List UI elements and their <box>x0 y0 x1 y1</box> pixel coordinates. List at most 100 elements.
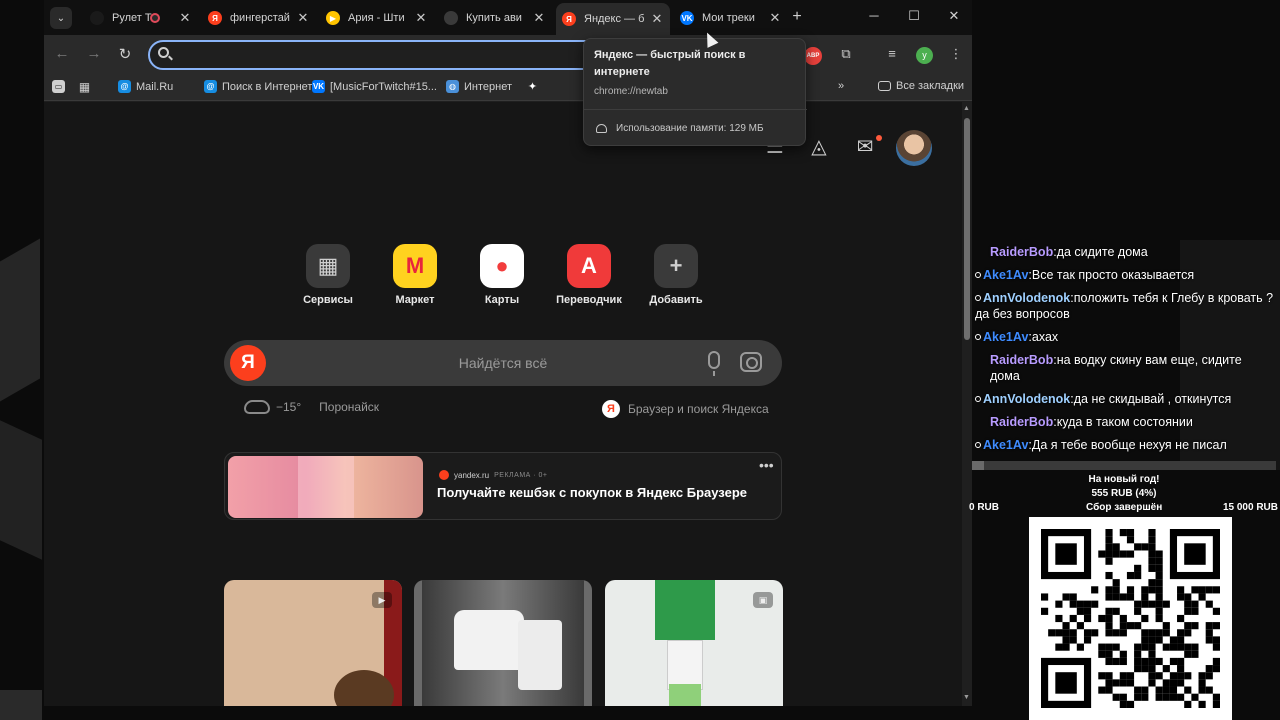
qr-module <box>1119 593 1127 601</box>
weather-widget[interactable]: −15° Поронайск <box>244 400 379 414</box>
reload-button[interactable]: ↻ <box>115 45 135 63</box>
forward-button[interactable]: → <box>84 45 104 62</box>
qr-module <box>1126 536 1135 544</box>
translate-icon: A <box>567 244 611 288</box>
qr-module <box>1177 672 1185 680</box>
maximize-button[interactable]: ☐ <box>904 8 924 24</box>
bookmark-apps-button[interactable]: ▭ <box>52 80 70 93</box>
tab[interactable]: Купить ави ✕ <box>438 5 552 31</box>
qr-module <box>1162 686 1170 694</box>
ad-banner[interactable]: yandex.ru РЕКЛАМА · 0+ Получайте кешбэк … <box>224 452 782 520</box>
microphone-icon[interactable] <box>708 351 720 376</box>
qr-module <box>1076 607 1084 615</box>
scroll-down-icon[interactable]: ▼ <box>963 694 970 701</box>
new-tab-button[interactable]: + <box>787 8 807 26</box>
qr-module <box>1062 629 1070 637</box>
close-tab-icon[interactable]: ✕ <box>768 10 782 26</box>
qr-module <box>1148 550 1156 558</box>
qr-module <box>1169 672 1178 680</box>
minimize-button[interactable]: ─ <box>864 8 884 23</box>
market-icon: М <box>393 244 437 288</box>
bookmark-item[interactable]: VK [MusicForTwitch#15... <box>312 80 437 93</box>
qr-module <box>1119 529 1127 537</box>
bookmark-item[interactable]: ✦ <box>526 80 544 93</box>
extensions-icon[interactable]: ⧉ <box>836 46 856 62</box>
bookmarks-overflow-button[interactable]: » <box>838 80 844 92</box>
close-tab-icon[interactable]: ✕ <box>296 10 310 26</box>
qr-module <box>1119 657 1127 666</box>
service-map-pin[interactable]: ● Карты <box>464 244 540 306</box>
scroll-up-icon[interactable]: ▲ <box>963 105 970 112</box>
all-bookmarks-button[interactable]: Все закладки <box>878 80 964 92</box>
media-control-icon[interactable]: ≡ <box>882 46 902 61</box>
adblock-icon[interactable]: ABP <box>804 47 822 65</box>
qr-module <box>1126 700 1135 708</box>
tab[interactable]: ▶ Ария - Шти ✕ <box>320 5 434 31</box>
feed-card[interactable]: ▶ <box>224 580 402 706</box>
at-icon: @ <box>118 80 131 93</box>
tab-strip: ⌄ Рулет Т ✕ Яфингерстай ✕ ▶ Ария - Шти ✕ Купить… <box>44 0 972 35</box>
browser-promo-link[interactable]: Я Браузер и поиск Яндекса <box>602 400 769 418</box>
service-plus[interactable]: + Добавить <box>638 244 714 306</box>
qr-module <box>1155 586 1163 594</box>
tab[interactable]: Яфингерстай ✕ <box>202 5 316 31</box>
qr-module <box>1177 586 1185 594</box>
qr-module <box>1098 550 1106 558</box>
close-tab-icon[interactable]: ✕ <box>178 10 192 26</box>
bookmarks-bar: ▭ ▦ @ Mail.Ru @ Поиск в Интернете VK [MusicFo… <box>44 75 972 101</box>
alice-icon[interactable]: ◬ <box>806 134 832 160</box>
scrollbar-thumb[interactable] <box>964 118 970 340</box>
bookmark-item[interactable]: @ Поиск в Интернете <box>204 80 318 93</box>
qr-module <box>1112 657 1120 666</box>
qr-module <box>1169 657 1178 666</box>
qr-module <box>1119 629 1127 637</box>
close-tab-icon[interactable]: ✕ <box>414 10 428 26</box>
tab[interactable]: VK Мои треки ✕ <box>674 5 788 31</box>
feed-card[interactable] <box>414 580 592 706</box>
chat-message: Ake1Av:Все так просто оказывается <box>972 267 1280 283</box>
qr-module <box>1212 622 1220 630</box>
bookmark-item[interactable]: ◍ Интернет <box>446 80 512 93</box>
ad-label: РЕКЛАМА · 0+ <box>494 471 548 479</box>
page-scrollbar[interactable]: ▲ ▼ <box>962 102 972 706</box>
more-options-icon[interactable]: ••• <box>759 457 774 473</box>
qr-module <box>1112 593 1120 601</box>
qr-module <box>1055 600 1063 608</box>
tab[interactable]: Я Яндекс — б ✕ <box>556 3 670 35</box>
qr-module <box>1041 607 1049 615</box>
mail-icon[interactable]: ✉ <box>852 134 878 160</box>
chat-message: RaiderBob:да сидите дома <box>972 244 1280 260</box>
qr-module <box>1184 593 1192 601</box>
qr-module <box>1162 600 1170 608</box>
bookmark-grid-button[interactable]: ▦ <box>78 80 96 94</box>
close-tab-icon[interactable]: ✕ <box>650 11 664 27</box>
feed-card[interactable]: ▣ <box>605 580 783 706</box>
qr-module <box>1098 686 1106 694</box>
qr-module <box>1162 622 1170 630</box>
service-grid[interactable]: ▦ Сервисы <box>290 244 366 306</box>
back-button[interactable]: ← <box>52 45 72 62</box>
qr-module <box>1055 672 1077 694</box>
bookmark-item[interactable]: @ Mail.Ru <box>118 80 173 93</box>
qr-module <box>1091 600 1099 608</box>
qr-module <box>1198 679 1206 687</box>
camera-search-icon[interactable] <box>740 352 762 372</box>
chat-text: Все так просто оказывается <box>1031 268 1195 282</box>
search-bar[interactable]: Я Найдётся всё <box>224 340 782 386</box>
backdrop-shape <box>0 690 42 720</box>
close-tab-icon[interactable]: ✕ <box>532 10 546 26</box>
goal-progress-fill <box>972 461 985 470</box>
tab[interactable]: Рулет Т ✕ <box>84 5 198 31</box>
service-label: Карты <box>484 294 520 306</box>
avatar[interactable] <box>896 130 932 166</box>
qr-module <box>1141 543 1149 551</box>
qr-module <box>1105 657 1113 666</box>
service-translate[interactable]: A Переводчик <box>551 244 627 306</box>
profile-icon[interactable]: у <box>916 47 933 64</box>
menu-icon[interactable]: ⋮ <box>946 46 966 62</box>
qr-module <box>1112 679 1120 687</box>
close-window-button[interactable]: ✕ <box>944 8 964 24</box>
tab-search-button[interactable]: ⌄ <box>50 7 72 29</box>
qr-module <box>1177 643 1185 651</box>
service-market[interactable]: М Маркет <box>377 244 453 306</box>
